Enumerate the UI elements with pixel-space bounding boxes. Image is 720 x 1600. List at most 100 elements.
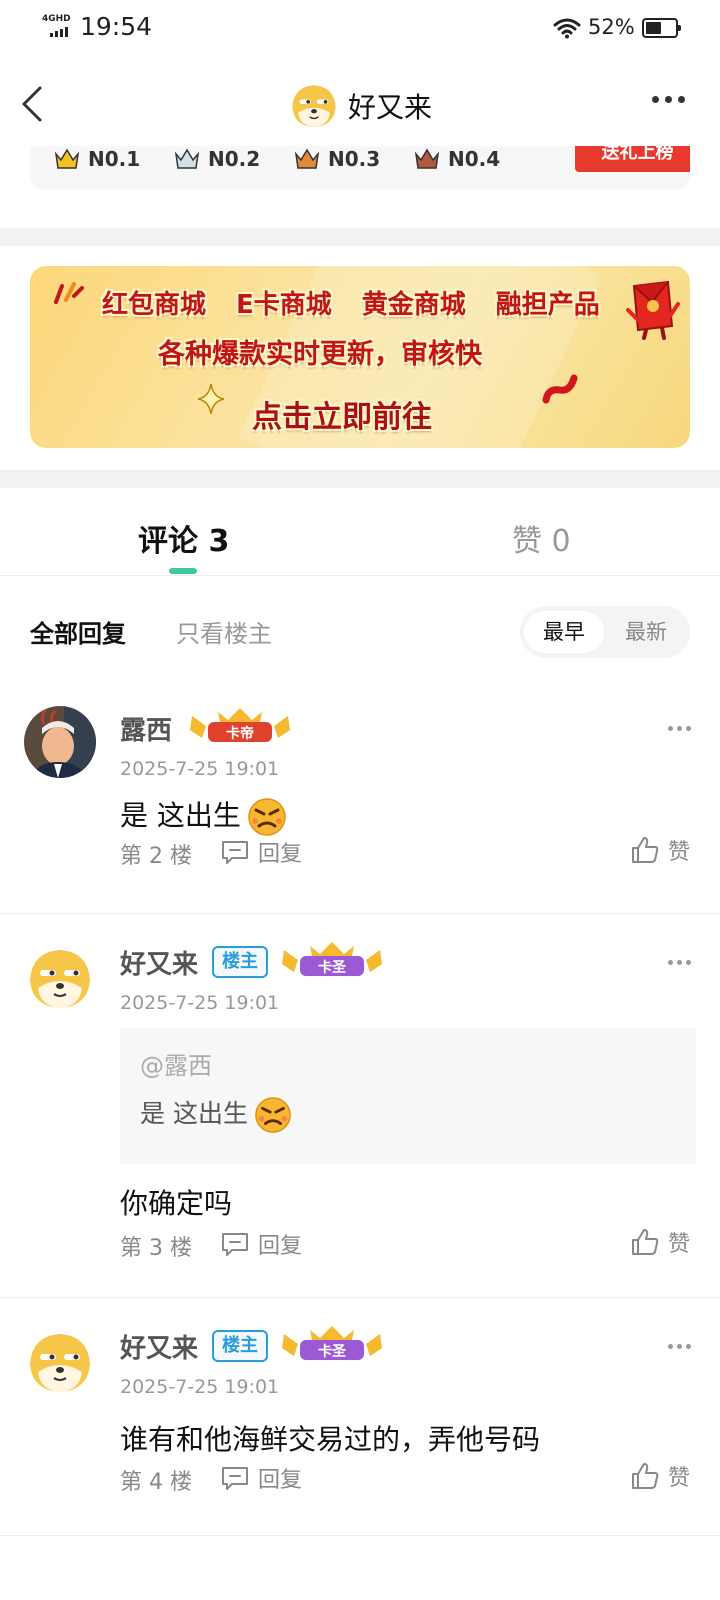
op-badge: 楼主 <box>212 946 268 978</box>
page-title: 好又来 <box>348 91 433 124</box>
section-divider <box>0 470 720 488</box>
comment-text: 你确定吗 <box>120 1187 233 1220</box>
signal-icon <box>50 27 68 37</box>
reply-button[interactable]: 回复 <box>220 1228 302 1260</box>
comment-username[interactable]: 露西 <box>120 710 172 747</box>
banner-category: 融担产品 <box>495 290 600 320</box>
like-label: 赞 <box>668 1466 691 1491</box>
reply-label: 回复 <box>258 1468 303 1493</box>
comment-username[interactable]: 好又来 <box>120 944 198 981</box>
more-options-button[interactable] <box>652 96 685 103</box>
quote-username: @露西 <box>140 1052 212 1080</box>
tab-comments[interactable]: 评论 3 <box>138 516 229 560</box>
comment-floor: 第 3 楼 <box>120 1236 192 1261</box>
reply-label: 回复 <box>258 1234 303 1259</box>
comment-time: 2025-7-25 19:01 <box>120 758 280 780</box>
thumbs-up-icon <box>632 837 659 863</box>
level-badge-icon: 卡圣 <box>282 1326 382 1360</box>
dot-icon <box>678 96 685 103</box>
silver-crown-icon <box>174 148 200 169</box>
comment-text: 谁有和他海鲜交易过的，弄他号码 <box>120 1423 541 1456</box>
active-tab-indicator <box>169 568 197 574</box>
banner-cta: 点击立即前往 <box>252 400 432 435</box>
like-label: 赞 <box>668 1232 691 1257</box>
level-badge-label: 卡圣 <box>318 959 347 976</box>
network-type: 4GHD <box>42 14 71 24</box>
promo-banner[interactable]: 红包商城 E卡商城 黄金商城 融担产品 各种爆款实时更新，审核快 点击立即前往 <box>30 266 690 448</box>
battery-percent: 52% <box>588 15 635 39</box>
gift-rank-strip: N0.1 N0.2 N0.3 N0.4 送礼上榜 <box>30 146 690 190</box>
banner-categories: 红包商城 E卡商城 黄金商城 融担产品 <box>102 284 600 321</box>
sort-toggle: 最早 最新 <box>520 606 690 658</box>
reply-button[interactable]: 回复 <box>220 836 302 868</box>
sort-earliest-button[interactable]: 最早 <box>524 611 604 653</box>
comment-more-button[interactable] <box>668 726 691 731</box>
chevron-left-icon <box>22 86 42 122</box>
nav-bar: 好又来 <box>0 72 720 136</box>
rank-label: N0.4 <box>448 147 501 171</box>
reply-button[interactable]: 回复 <box>220 1462 302 1494</box>
like-button[interactable]: 赞 <box>630 1226 690 1258</box>
filter-all-replies[interactable]: 全部回复 <box>30 614 126 649</box>
section-divider <box>0 228 720 246</box>
sort-newest-button[interactable]: 最新 <box>606 611 686 653</box>
shiba-avatar-icon <box>24 1324 96 1396</box>
battery-fill <box>646 22 661 34</box>
avatar[interactable] <box>24 1324 96 1396</box>
comment-floor: 第 4 楼 <box>120 1470 192 1495</box>
banner-category: 黄金商城 <box>361 290 466 320</box>
level-badge-label: 卡圣 <box>318 1343 347 1360</box>
like-button[interactable]: 赞 <box>630 1460 690 1492</box>
comment-text: 是 这出生 <box>120 794 287 837</box>
gift-rank-button[interactable]: 送礼上榜 <box>575 146 690 172</box>
banner-category: 红包商城 <box>102 290 207 320</box>
comment-text-content: 是 这出生 <box>120 799 241 832</box>
rank-label: N0.1 <box>88 147 141 171</box>
bronze-crown-icon <box>294 148 320 169</box>
level-badge-icon: 卡帝 <box>190 708 290 742</box>
rank-item[interactable]: N0.3 <box>294 146 380 172</box>
level-badge-label: 卡帝 <box>226 725 254 742</box>
comment-username[interactable]: 好又来 <box>120 1328 198 1365</box>
dot-icon <box>652 96 659 103</box>
reply-label: 回复 <box>258 842 303 867</box>
clock: 19:54 <box>80 12 153 41</box>
avatar[interactable] <box>24 706 96 778</box>
comment-item: 露西 卡帝 2025-7-25 19:01 是 这出生 第 2 楼 回复 赞 <box>0 682 720 914</box>
rank-item[interactable]: N0.4 <box>414 146 500 172</box>
filter-op-only[interactable]: 只看楼主 <box>176 614 272 649</box>
tab-likes[interactable]: 赞 0 <box>512 516 571 560</box>
like-label: 赞 <box>668 840 691 865</box>
rank-item[interactable]: N0.1 <box>54 146 140 172</box>
level-badge-icon: 卡圣 <box>282 942 382 976</box>
thumbs-up-icon <box>632 1229 659 1255</box>
dot-icon <box>665 96 672 103</box>
comment-time: 2025-7-25 19:01 <box>120 992 280 1014</box>
avatar[interactable] <box>24 940 96 1012</box>
comment-time: 2025-7-25 19:01 <box>120 1376 280 1398</box>
comment-floor: 第 2 楼 <box>120 844 192 869</box>
comment-item: 好又来 楼主 卡圣 2025-7-25 19:01 谁有和他海鲜交易过的，弄他号… <box>0 1300 720 1536</box>
gold-crown-icon <box>54 148 80 169</box>
banner-subtitle: 各种爆款实时更新，审核快 <box>158 339 482 370</box>
sparkle-lines-icon <box>54 282 84 304</box>
star-sparkle-icon <box>198 384 224 414</box>
shiba-avatar-icon <box>288 78 340 130</box>
wifi-icon <box>553 18 581 39</box>
rank-label: N0.2 <box>208 147 261 171</box>
filter-row: 全部回复 只看楼主 最早 最新 <box>0 600 720 660</box>
red-envelope-mascot-icon <box>626 280 680 340</box>
quoted-comment[interactable]: @露西 是 这出生 <box>120 1028 696 1164</box>
angry-face-emoji-icon <box>255 1097 291 1133</box>
comment-more-button[interactable] <box>668 960 691 965</box>
comment-bubble-icon <box>222 841 248 864</box>
comment-bubble-icon <box>222 1467 248 1490</box>
ribbon-icon <box>542 374 578 404</box>
rank-label: N0.3 <box>328 147 381 171</box>
comment-more-button[interactable] <box>668 1344 691 1349</box>
avatar[interactable] <box>288 78 340 130</box>
like-button[interactable]: 赞 <box>630 834 690 866</box>
rank-item[interactable]: N0.2 <box>174 146 260 172</box>
back-button[interactable] <box>16 80 56 128</box>
shiba-avatar-icon <box>24 940 96 1012</box>
